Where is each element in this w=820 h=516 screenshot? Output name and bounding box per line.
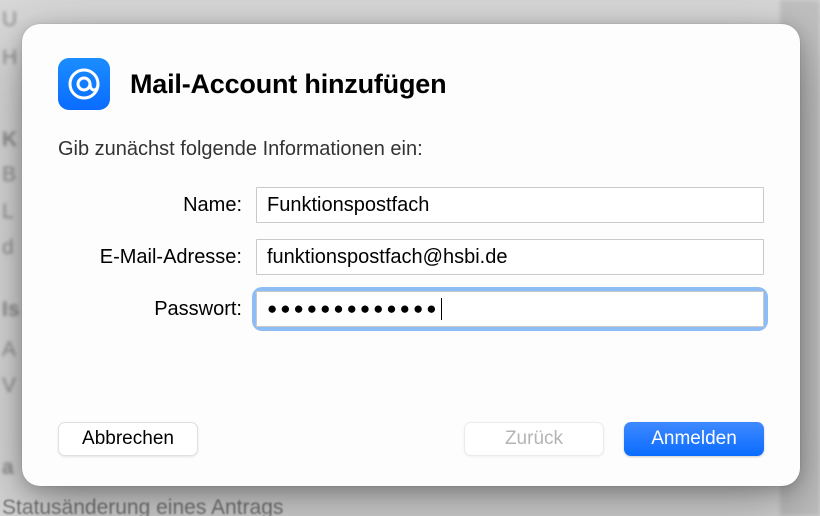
back-button: Zurück (464, 422, 604, 456)
add-mail-account-dialog: Mail-Account hinzufügen Gib zunächst fol… (22, 24, 800, 486)
dialog-instruction: Gib zunächst folgende Informationen ein: (58, 138, 764, 161)
password-field[interactable]: ●●●●●●●●●●●●● (256, 291, 764, 327)
email-field[interactable] (256, 239, 764, 275)
signin-button[interactable]: Anmelden (624, 422, 764, 456)
bg-text: Statusänderung eines Antrags (2, 488, 283, 516)
mail-at-icon (58, 58, 110, 110)
text-caret (441, 298, 443, 320)
bg-text: Is (2, 290, 20, 330)
dialog-header: Mail-Account hinzufügen (58, 58, 764, 110)
bg-text: a (2, 448, 14, 488)
bg-text: d (2, 228, 14, 268)
name-field[interactable] (256, 187, 764, 223)
email-label: E-Mail-Adresse: (58, 246, 242, 269)
cancel-button[interactable]: Abbrechen (58, 422, 198, 456)
password-label: Passwort: (58, 298, 242, 321)
name-row: Name: (58, 187, 764, 223)
name-label: Name: (58, 194, 242, 217)
bg-text: A (2, 330, 16, 370)
bg-text: B (2, 155, 16, 195)
password-row: Passwort: ●●●●●●●●●●●●● (58, 291, 764, 327)
dialog-footer: Abbrechen Zurück Anmelden (58, 422, 764, 456)
bg-text: H (2, 38, 17, 78)
bg-text: V (2, 366, 16, 406)
bg-text: L (2, 192, 14, 232)
dialog-title: Mail-Account hinzufügen (130, 69, 446, 100)
form: Name: E-Mail-Adresse: Passwort: ●●●●●●●●… (58, 187, 764, 422)
email-row: E-Mail-Adresse: (58, 239, 764, 275)
bg-text: U (2, 0, 17, 40)
password-masked-value: ●●●●●●●●●●●●● (267, 299, 440, 319)
password-field-focus-ring: ●●●●●●●●●●●●● (256, 291, 764, 327)
bg-text: K (2, 120, 17, 160)
